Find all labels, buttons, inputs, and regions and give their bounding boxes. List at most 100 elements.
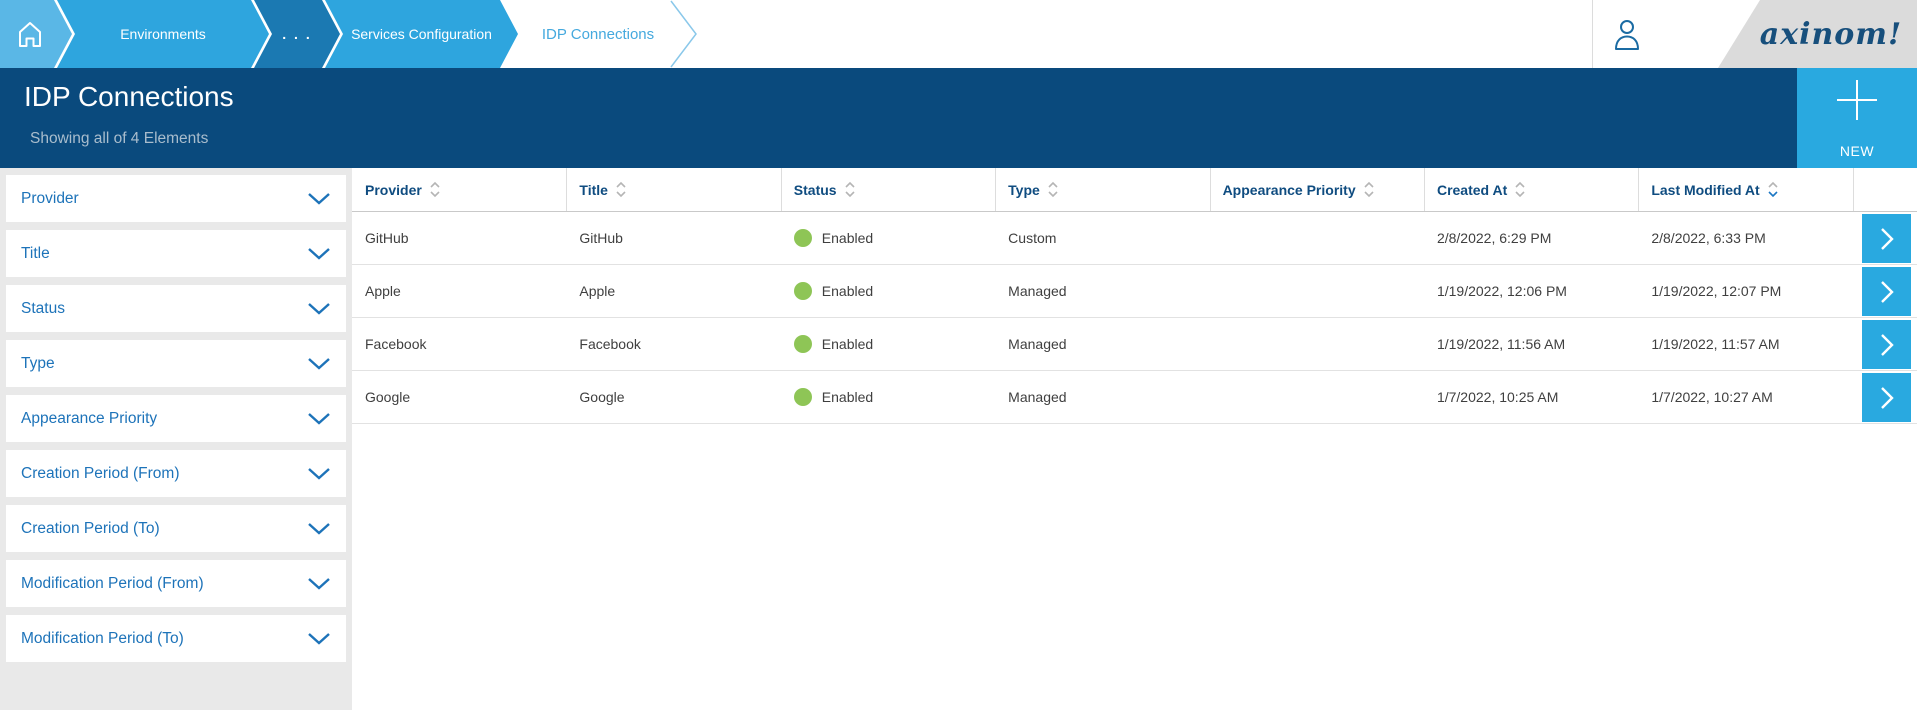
chevron-right-icon xyxy=(1880,386,1894,410)
top-bar: Environments . . . Services Configuratio… xyxy=(0,0,1917,68)
chevron-down-icon xyxy=(307,522,331,535)
cell-title: Apple xyxy=(567,265,781,317)
table-row-apple[interactable]: Apple Apple Enabled Managed 1/19/2022, 1… xyxy=(352,265,1917,318)
idp-connections-table: Provider Title Status Type Appearance Pr… xyxy=(352,168,1917,710)
column-header-label: Last Modified At xyxy=(1651,182,1759,198)
topbar-divider xyxy=(1592,0,1593,68)
filter-modification-period-to[interactable]: Modification Period (To) xyxy=(6,615,346,662)
breadcrumb-label: IDP Connections xyxy=(542,26,654,43)
cell-last-modified-at: 1/19/2022, 11:57 AM xyxy=(1639,318,1853,370)
new-button[interactable]: NEW xyxy=(1797,68,1917,168)
table-header-row: Provider Title Status Type Appearance Pr… xyxy=(352,168,1917,212)
breadcrumb-services-configuration[interactable]: Services Configuration xyxy=(325,0,518,68)
cell-type: Custom xyxy=(996,212,1210,264)
cell-type: Managed xyxy=(996,371,1210,423)
column-header-label: Created At xyxy=(1437,182,1507,198)
status-label: Enabled xyxy=(822,336,873,352)
user-icon xyxy=(1612,18,1642,52)
chevron-down-icon xyxy=(307,467,331,480)
filter-modification-period-from[interactable]: Modification Period (From) xyxy=(6,560,346,607)
plus-icon xyxy=(1797,78,1917,125)
filter-label: Creation Period (From) xyxy=(21,465,180,483)
cell-created-at: 1/7/2022, 10:25 AM xyxy=(1425,371,1639,423)
title-band: IDP Connections Showing all of 4 Element… xyxy=(0,68,1917,168)
status-enabled-dot xyxy=(794,282,812,300)
cell-status: Enabled xyxy=(782,212,996,264)
filter-label: Title xyxy=(21,245,50,263)
column-header-type[interactable]: Type xyxy=(996,168,1210,211)
filter-creation-period-from[interactable]: Creation Period (From) xyxy=(6,450,346,497)
column-header-status[interactable]: Status xyxy=(782,168,996,211)
cell-type: Managed xyxy=(996,265,1210,317)
filter-title[interactable]: Title xyxy=(6,230,346,277)
column-header-label: Type xyxy=(1008,182,1040,198)
home-icon xyxy=(14,17,46,52)
table-row-facebook[interactable]: Facebook Facebook Enabled Managed 1/19/2… xyxy=(352,318,1917,371)
chevron-right-icon xyxy=(1880,333,1894,357)
filter-label: Appearance Priority xyxy=(21,410,157,428)
sort-icon xyxy=(1363,181,1375,198)
filter-label: Type xyxy=(21,355,55,373)
column-header-label: Provider xyxy=(365,182,422,198)
column-header-appearance-priority[interactable]: Appearance Priority xyxy=(1211,168,1425,211)
cell-created-at: 1/19/2022, 12:06 PM xyxy=(1425,265,1639,317)
sort-icon xyxy=(615,181,627,198)
breadcrumb-home[interactable] xyxy=(0,0,72,68)
open-row-button[interactable] xyxy=(1862,373,1911,422)
chevron-down-icon xyxy=(307,412,331,425)
cell-appearance-priority xyxy=(1211,371,1425,423)
chevron-outline-icon xyxy=(668,0,700,68)
sort-icon xyxy=(1767,181,1779,198)
chevron-down-icon xyxy=(307,192,331,205)
cell-provider: Apple xyxy=(353,265,567,317)
new-button-label: NEW xyxy=(1797,143,1917,159)
column-header-provider[interactable]: Provider xyxy=(353,168,567,211)
table-row-github[interactable]: GitHub GitHub Enabled Custom 2/8/2022, 6… xyxy=(352,212,1917,265)
open-row-button[interactable] xyxy=(1862,320,1911,369)
status-enabled-dot xyxy=(794,335,812,353)
table-body: GitHub GitHub Enabled Custom 2/8/2022, 6… xyxy=(352,212,1917,424)
filter-label: Provider xyxy=(21,190,79,208)
cell-appearance-priority xyxy=(1211,318,1425,370)
chevron-right-icon xyxy=(1880,227,1894,251)
column-header-label: Status xyxy=(794,182,837,198)
status-label: Enabled xyxy=(822,389,873,405)
cell-provider: Facebook xyxy=(353,318,567,370)
breadcrumb-environments[interactable]: Environments xyxy=(57,0,269,68)
column-header-last-modified-at[interactable]: Last Modified At xyxy=(1639,168,1853,211)
open-row-button[interactable] xyxy=(1862,267,1911,316)
chevron-down-icon xyxy=(307,632,331,645)
filter-label: Modification Period (From) xyxy=(21,575,204,593)
cell-created-at: 1/19/2022, 11:56 AM xyxy=(1425,318,1639,370)
filter-provider[interactable]: Provider xyxy=(6,175,346,222)
chevron-down-icon xyxy=(307,247,331,260)
filter-type[interactable]: Type xyxy=(6,340,346,387)
table-row-google[interactable]: Google Google Enabled Managed 1/7/2022, … xyxy=(352,371,1917,424)
user-button[interactable] xyxy=(1605,13,1649,57)
filter-status[interactable]: Status xyxy=(6,285,346,332)
column-header-created-at[interactable]: Created At xyxy=(1425,168,1639,211)
column-header-label: Title xyxy=(579,182,608,198)
status-label: Enabled xyxy=(822,283,873,299)
cell-title: Google xyxy=(567,371,781,423)
axinom-logo: axinom! xyxy=(1700,0,1917,68)
cell-last-modified-at: 1/19/2022, 12:07 PM xyxy=(1639,265,1853,317)
filter-sidebar: Provider Title Status Type Appearance Pr… xyxy=(0,168,352,710)
filter-label: Modification Period (To) xyxy=(21,630,184,648)
sort-icon xyxy=(1047,181,1059,198)
cell-status: Enabled xyxy=(782,371,996,423)
breadcrumb-label: Environments xyxy=(120,26,206,42)
page-title: IDP Connections xyxy=(24,81,234,113)
status-enabled-dot xyxy=(794,388,812,406)
cell-last-modified-at: 2/8/2022, 6:33 PM xyxy=(1639,212,1853,264)
filter-creation-period-to[interactable]: Creation Period (To) xyxy=(6,505,346,552)
column-header-title[interactable]: Title xyxy=(567,168,781,211)
idp-connections-page: { "topbar": { "breadcrumbs": [ { "icon":… xyxy=(0,0,1917,710)
cell-provider: GitHub xyxy=(353,212,567,264)
cell-status: Enabled xyxy=(782,265,996,317)
filter-label: Creation Period (To) xyxy=(21,520,160,538)
chevron-down-icon xyxy=(307,357,331,370)
column-header-label: Appearance Priority xyxy=(1223,182,1356,198)
filter-appearance-priority[interactable]: Appearance Priority xyxy=(6,395,346,442)
open-row-button[interactable] xyxy=(1862,214,1911,263)
